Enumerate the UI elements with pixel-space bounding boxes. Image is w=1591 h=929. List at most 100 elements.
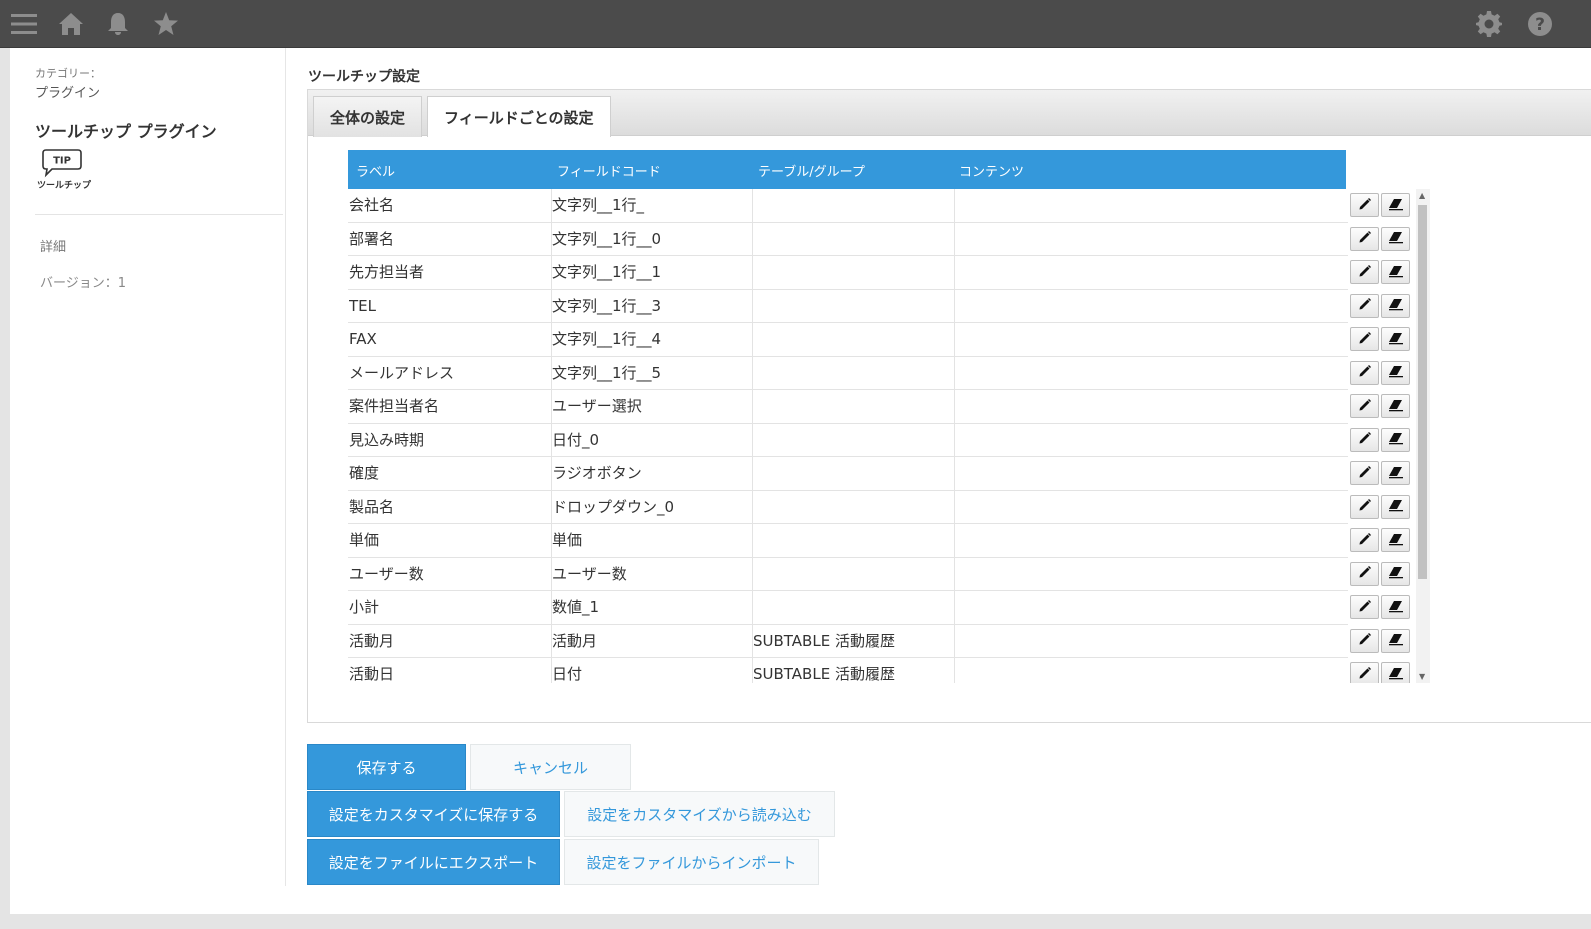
save-button[interactable]: 保存する (307, 744, 466, 790)
eraser-icon (1388, 497, 1404, 516)
edit-button[interactable] (1350, 193, 1379, 217)
cell-field-code: ユーザー数 (551, 557, 752, 591)
clear-button[interactable] (1381, 528, 1410, 552)
pencil-icon (1358, 263, 1372, 282)
scroll-up-icon[interactable]: ▲ (1419, 191, 1425, 200)
eraser-icon (1388, 430, 1404, 449)
pencil-icon (1358, 564, 1372, 583)
export-to-file-button[interactable]: 設定をファイルにエクスポート (307, 839, 560, 885)
clear-button[interactable] (1381, 427, 1410, 452)
cell-contents (954, 289, 1348, 323)
edit-button[interactable] (1350, 226, 1379, 251)
edit-button[interactable] (1350, 595, 1379, 619)
edit-button[interactable] (1350, 528, 1379, 552)
details-link[interactable]: 詳細 (40, 236, 66, 255)
row-action-buttons (1350, 561, 1414, 588)
table-scrollbar[interactable]: ▲ ▼ (1416, 189, 1430, 683)
row-action-buttons (1350, 461, 1414, 487)
clear-button[interactable] (1381, 293, 1410, 318)
cell-label: TEL (349, 296, 376, 315)
sidebar: カテゴリー： プラグイン ツールチップ プラグイン TIP ツールチップ 詳細 … (10, 48, 286, 886)
row-action-buttons (1350, 427, 1414, 454)
version-text: バージョン：1 (40, 276, 127, 291)
import-from-file-button[interactable]: 設定をファイルからインポート (564, 839, 819, 885)
tab-bar: 全体の設定 フィールドごとの設定 (308, 90, 1591, 137)
clear-button[interactable] (1381, 561, 1410, 586)
cell-contents (954, 658, 1348, 683)
clear-button[interactable] (1381, 461, 1410, 485)
clear-button[interactable] (1381, 193, 1410, 217)
cell-label: ユーザー数 (349, 564, 424, 583)
table-body: ▲ ▼ 会社名 文字列__1行_ 部署名 文字列__1行__0 先方担当者 文字列__1行… (348, 189, 1430, 683)
cell-label: 部署名 (349, 229, 395, 248)
row-action-buttons (1350, 662, 1414, 683)
cell-field-code: 文字列__1行__3 (551, 289, 752, 323)
edit-button[interactable] (1350, 260, 1379, 284)
clear-button[interactable] (1381, 628, 1410, 653)
edit-button[interactable] (1350, 628, 1379, 653)
cell-field-code: 単価 (551, 524, 752, 557)
cancel-button[interactable]: キャンセル (470, 744, 631, 790)
page-title: ツールチップ設定 (308, 69, 420, 85)
scroll-down-icon[interactable]: ▼ (1419, 672, 1425, 681)
gear-icon[interactable] (1475, 10, 1503, 38)
cell-table-group (752, 222, 954, 256)
load-from-customize-button[interactable]: 設定をカスタマイズから読み込む (564, 791, 835, 837)
table-row: 製品名 ドロップダウン_0 (348, 490, 1348, 524)
edit-button[interactable] (1350, 327, 1379, 351)
scrollbar-thumb[interactable] (1418, 205, 1427, 579)
row-action-buttons (1350, 293, 1414, 320)
pencil-icon (1358, 631, 1372, 650)
cell-label: 単価 (349, 531, 380, 549)
clear-button[interactable] (1381, 662, 1410, 683)
eraser-icon (1388, 564, 1404, 583)
table-row: FAX 文字列__1行__4 (348, 323, 1348, 357)
tab-field-settings[interactable]: フィールドごとの設定 (427, 96, 611, 137)
edit-button[interactable] (1350, 427, 1379, 452)
table-row: 部署名 文字列__1行__0 (348, 222, 1348, 256)
pencil-icon (1358, 229, 1372, 248)
cell-field-code: ドロップダウン_0 (551, 490, 752, 524)
eraser-icon (1388, 397, 1404, 416)
edit-button[interactable] (1350, 494, 1379, 519)
clear-button[interactable] (1381, 226, 1410, 251)
cell-contents (954, 423, 1348, 457)
eraser-icon (1388, 196, 1404, 215)
clear-button[interactable] (1381, 327, 1410, 351)
cell-table-group (752, 423, 954, 457)
eraser-icon (1388, 330, 1404, 349)
help-icon[interactable]: ? (1526, 10, 1554, 38)
edit-button[interactable] (1350, 662, 1379, 683)
clear-button[interactable] (1381, 394, 1410, 418)
clear-button[interactable] (1381, 260, 1410, 284)
edit-button[interactable] (1350, 561, 1379, 586)
row-action-buttons (1350, 360, 1414, 387)
menu-icon[interactable] (10, 10, 38, 38)
cell-table-group (752, 557, 954, 591)
save-to-customize-button[interactable]: 設定をカスタマイズに保存する (307, 791, 560, 837)
clear-button[interactable] (1381, 360, 1410, 385)
cell-field-code: 文字列__1行__5 (551, 356, 752, 390)
eraser-icon (1388, 464, 1404, 483)
row-action-buttons (1350, 226, 1414, 253)
edit-button[interactable] (1350, 293, 1379, 318)
clear-button[interactable] (1381, 595, 1410, 619)
category-value: プラグイン (35, 86, 101, 101)
clear-button[interactable] (1381, 494, 1410, 519)
category-label: カテゴリー： (35, 67, 101, 80)
pencil-icon (1358, 397, 1372, 416)
row-action-buttons (1350, 327, 1414, 353)
row-action-buttons (1350, 394, 1414, 420)
tab-general-settings[interactable]: 全体の設定 (313, 96, 423, 137)
cell-label: 会社名 (349, 196, 395, 214)
logo-caption-text: ツールチップ (37, 179, 92, 191)
star-icon[interactable] (152, 10, 180, 38)
cell-contents (954, 524, 1348, 557)
edit-button[interactable] (1350, 461, 1379, 485)
edit-button[interactable] (1350, 394, 1379, 418)
edit-button[interactable] (1350, 360, 1379, 385)
pencil-icon (1358, 665, 1372, 684)
bell-icon[interactable] (104, 10, 132, 38)
home-icon[interactable] (57, 10, 85, 38)
cell-field-code: 日付_0 (551, 423, 752, 457)
